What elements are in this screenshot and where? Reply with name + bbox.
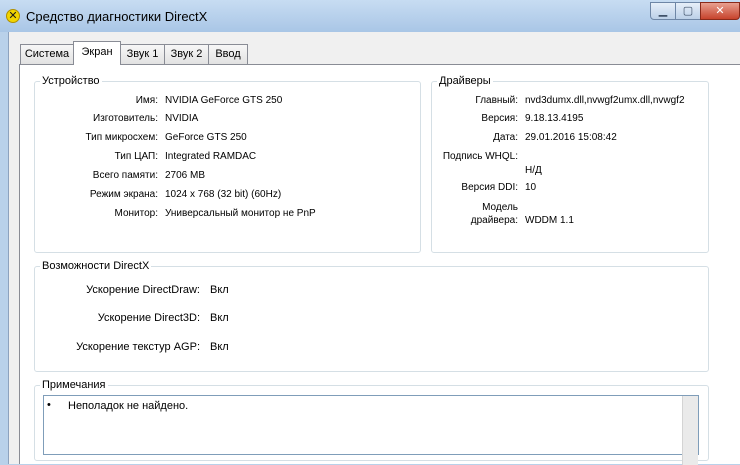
driver-model-label-line2: драйвера: bbox=[470, 215, 518, 226]
monitor-value: Универсальный монитор не PnP bbox=[165, 208, 316, 219]
title-bar: ✕ Средство диагностики DirectX ▁ ▢ ✕ bbox=[0, 0, 740, 32]
directdraw-accel-label: Ускорение DirectDraw: bbox=[86, 284, 200, 296]
total-memory-value: 2706 MB bbox=[165, 170, 206, 181]
dac-type-value: Integrated RAMDAC bbox=[165, 151, 257, 162]
driver-model-label-line1: Модель bbox=[482, 202, 518, 213]
tab-sound-2-label: Звук 2 bbox=[170, 48, 203, 60]
total-memory-label: Всего памяти: bbox=[92, 170, 158, 181]
ddi-version-label: Версия DDI: bbox=[461, 182, 518, 193]
tab-input[interactable]: Ввод bbox=[208, 44, 248, 64]
device-name-value: NVIDIA GeForce GTS 250 bbox=[165, 95, 283, 106]
notes-title: Примечания bbox=[40, 379, 108, 391]
driver-date-label: Дата: bbox=[493, 132, 518, 143]
driver-version-label: Версия: bbox=[481, 113, 518, 124]
minimize-button[interactable]: ▁ bbox=[650, 2, 676, 20]
driver-version-value: 9.18.13.4195 bbox=[525, 113, 584, 124]
display-mode-label: Режим экрана: bbox=[89, 189, 158, 200]
drivers-group-title: Драйверы bbox=[437, 75, 493, 87]
device-name-label: Имя: bbox=[135, 95, 158, 106]
manufacturer-value: NVIDIA bbox=[165, 113, 199, 124]
chip-type-label: Тип микросхем: bbox=[85, 132, 158, 143]
monitor-label: Монитор: bbox=[114, 208, 158, 219]
manufacturer-label: Изготовитель: bbox=[93, 113, 158, 124]
tab-input-label: Ввод bbox=[215, 48, 241, 60]
ddi-version-value: 10 bbox=[525, 182, 537, 193]
directdraw-accel-value: Вкл bbox=[210, 284, 229, 296]
directx-icon: ✕ bbox=[6, 9, 20, 23]
maximize-button[interactable]: ▢ bbox=[675, 2, 701, 20]
tab-system[interactable]: Система bbox=[20, 44, 74, 64]
tab-sound-1-label: Звук 1 bbox=[126, 48, 159, 60]
main-driver-value: nvd3dumx.dll,nvwgf2umx.dll,nvwgf2 bbox=[525, 95, 685, 106]
tab-sound-1[interactable]: Звук 1 bbox=[120, 44, 165, 64]
directx-features-title: Возможности DirectX bbox=[40, 260, 152, 272]
tab-display[interactable]: Экран bbox=[73, 41, 121, 65]
window-title: Средство диагностики DirectX bbox=[26, 9, 208, 24]
whql-value: Н/Д bbox=[525, 165, 542, 176]
device-group-title: Устройство bbox=[40, 75, 102, 87]
notes-bullet: • bbox=[47, 399, 51, 411]
agp-texture-accel-value: Вкл bbox=[210, 341, 229, 353]
notes-scrollbar[interactable] bbox=[682, 396, 698, 465]
driver-model-value: WDDM 1.1 bbox=[525, 215, 574, 226]
display-mode-value: 1024 x 768 (32 bit) (60Hz) bbox=[165, 189, 282, 200]
direct3d-accel-value: Вкл bbox=[210, 312, 229, 324]
close-button[interactable]: ✕ bbox=[700, 2, 740, 20]
notes-textbox[interactable]: • Неполадок не найдено. bbox=[43, 395, 699, 465]
tab-display-label: Экран bbox=[81, 46, 113, 58]
notes-text: Неполадок не найдено. bbox=[68, 400, 189, 412]
direct3d-accel-label: Ускорение Direct3D: bbox=[97, 312, 200, 324]
driver-date-value: 29.01.2016 15:08:42 bbox=[525, 132, 617, 143]
agp-texture-accel-label: Ускорение текстур AGP: bbox=[76, 341, 200, 353]
tab-system-label: Система bbox=[24, 48, 70, 60]
tab-sound-2[interactable]: Звук 2 bbox=[164, 44, 209, 64]
chip-type-value: GeForce GTS 250 bbox=[165, 132, 247, 143]
whql-label: Подпись WHQL: bbox=[442, 151, 518, 162]
main-driver-label: Главный: bbox=[475, 95, 518, 106]
dac-type-label: Тип ЦАП: bbox=[114, 151, 158, 162]
